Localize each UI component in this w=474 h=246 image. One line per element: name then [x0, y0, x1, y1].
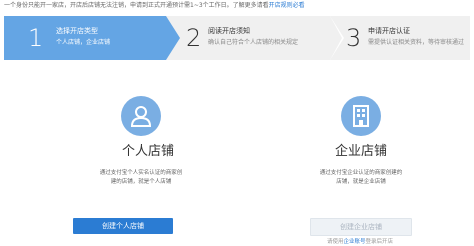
progress-steps: 1 选择开店类型 个人店铺，企业店铺 2 阅读开店须知 确认自己符合个人店铺的相…	[4, 16, 470, 60]
step-desc: 确认自己符合个人店铺的相关规定	[208, 39, 299, 46]
personal-store-desc: 通过支付宝个人实名认证的商家创建的店铺，就是个人店铺	[99, 170, 183, 185]
company-account-link[interactable]: 企业账号	[343, 239, 365, 245]
company-store-title: 企业店铺	[334, 144, 387, 159]
building-icon	[341, 96, 381, 136]
step-number: 3	[346, 24, 362, 52]
notice-bar: 一个身份只能开一家店，开店后店铺无法注销，申请到正式开通预计需1~3个工作日。了…	[4, 1, 470, 11]
notice-text: 一个身份只能开一家店，开店后店铺无法注销，申请到正式开通预计需1~3个工作日。了…	[4, 2, 269, 9]
create-company-store-button[interactable]: 创建企业店铺	[310, 218, 412, 236]
company-login-note: 请使用企业账号登录后开店	[310, 238, 410, 246]
rules-link[interactable]: 开店规则必看	[269, 2, 305, 9]
note-suffix: 登录后开店	[365, 239, 394, 245]
note-prefix: 请使用	[326, 239, 344, 245]
step-title: 选择开店类型	[56, 27, 98, 35]
step-desc: 个人店铺，企业店铺	[56, 39, 111, 46]
step-number: 1	[28, 24, 44, 52]
company-store-desc: 通过支付宝企业认证的商家创建的店铺，就是企业店铺	[319, 170, 403, 185]
step-title: 申请开店认证	[368, 27, 410, 35]
step-number: 2	[186, 24, 202, 52]
step-3: 3 申请开店认证 需提供认证相关资料，等待审核通过	[340, 16, 470, 60]
step-arrow	[166, 16, 180, 60]
person-icon	[121, 96, 161, 136]
step-title: 阅读开店须知	[208, 27, 250, 35]
step-2: 2 阅读开店须知 确认自己符合个人店铺的相关规定	[180, 16, 344, 60]
step-desc: 需提供认证相关资料，等待审核通过	[368, 39, 465, 46]
personal-store-title: 个人店铺	[121, 144, 174, 159]
step-1: 1 选择开店类型 个人店铺，企业店铺	[4, 16, 180, 60]
create-personal-store-button[interactable]: 创建个人店铺	[73, 218, 173, 234]
